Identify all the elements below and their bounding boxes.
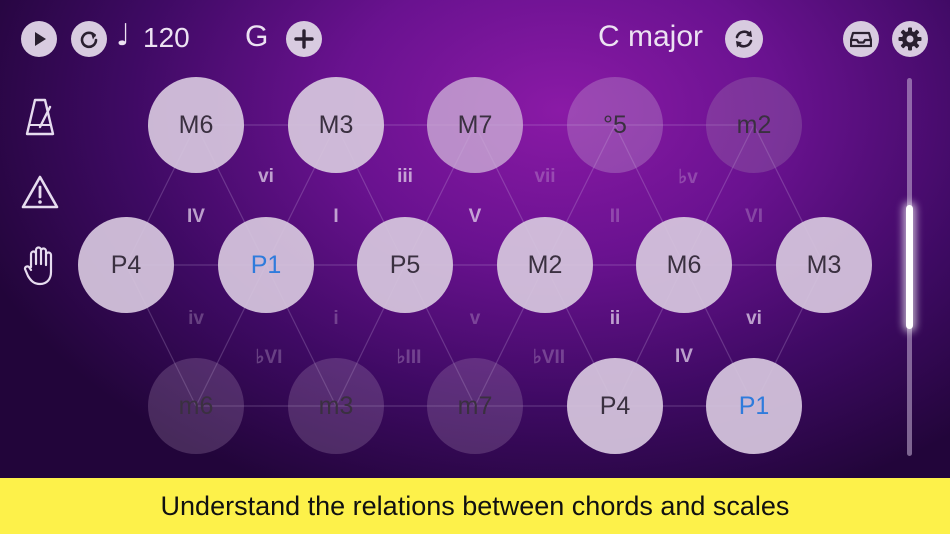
zoom-slider-handle[interactable] — [906, 205, 913, 329]
gear-icon — [898, 27, 922, 51]
chord-label[interactable]: VI — [724, 206, 784, 228]
node-r3-3[interactable]: m7 — [427, 358, 523, 454]
node-r3-2[interactable]: m3 — [288, 358, 384, 454]
chord-label[interactable]: ♭III — [379, 346, 439, 369]
chord-label[interactable]: ♭VII — [519, 346, 579, 369]
hand-icon — [23, 246, 53, 286]
chord-label[interactable]: vii — [515, 166, 575, 188]
node-r2-1[interactable]: P4 — [78, 217, 174, 313]
node-r3-1[interactable]: m6 — [148, 358, 244, 454]
node-r3-5-root[interactable]: P1 — [706, 358, 802, 454]
node-r2-6[interactable]: M3 — [776, 217, 872, 313]
chord-label[interactable]: ♭v — [658, 166, 718, 189]
chord-label[interactable]: I — [306, 206, 366, 228]
chord-label[interactable]: ii — [585, 308, 645, 330]
node-r1-1[interactable]: M6 — [148, 77, 244, 173]
node-r2-5[interactable]: M6 — [636, 217, 732, 313]
scale-name[interactable]: C major — [598, 20, 703, 54]
tempo-note-icon: ♩ — [116, 18, 131, 53]
plus-icon — [294, 29, 314, 49]
tempo-value[interactable]: 120 — [143, 22, 190, 54]
chord-label[interactable]: vi — [236, 166, 296, 188]
chord-label[interactable]: iii — [375, 166, 435, 188]
chord-label[interactable]: II — [585, 206, 645, 228]
chord-label[interactable]: IV — [654, 346, 714, 368]
node-r1-3[interactable]: M7 — [427, 77, 523, 173]
app-root: ♩ 120 G C major M6 M3 M7 °5 m2 P4 P1 P5 … — [0, 0, 950, 534]
node-r2-2-root[interactable]: P1 — [218, 217, 314, 313]
tray-button[interactable] — [843, 21, 879, 57]
node-r3-4[interactable]: P4 — [567, 358, 663, 454]
chord-label[interactable]: iv — [166, 308, 226, 330]
add-button[interactable] — [286, 21, 322, 57]
warning-button[interactable] — [20, 170, 60, 214]
loop-icon — [80, 31, 98, 49]
loop-button[interactable] — [71, 21, 107, 57]
play-button[interactable] — [21, 21, 57, 57]
settings-button[interactable] — [892, 21, 928, 57]
chord-label[interactable]: ♭VI — [239, 346, 299, 369]
metronome-icon — [25, 98, 55, 136]
node-r1-2[interactable]: M3 — [288, 77, 384, 173]
warning-icon — [21, 175, 59, 209]
caption-banner: Understand the relations between chords … — [0, 478, 950, 534]
caption-text: Understand the relations between chords … — [160, 490, 790, 521]
hand-button[interactable] — [20, 244, 60, 288]
swap-icon — [735, 30, 753, 48]
node-r2-4[interactable]: M2 — [497, 217, 593, 313]
chord-label[interactable]: vi — [724, 308, 784, 330]
swap-scale-button[interactable] — [725, 20, 763, 58]
node-r2-3[interactable]: P5 — [357, 217, 453, 313]
tray-icon — [850, 31, 872, 48]
node-r1-5[interactable]: m2 — [706, 77, 802, 173]
node-r1-4[interactable]: °5 — [567, 77, 663, 173]
key-note[interactable]: G — [245, 20, 268, 54]
play-icon — [35, 32, 46, 46]
chord-label[interactable]: v — [445, 308, 505, 330]
chord-label[interactable]: V — [445, 206, 505, 228]
metronome-button[interactable] — [20, 95, 60, 139]
chord-label[interactable]: IV — [166, 206, 226, 228]
chord-label[interactable]: i — [306, 308, 366, 330]
